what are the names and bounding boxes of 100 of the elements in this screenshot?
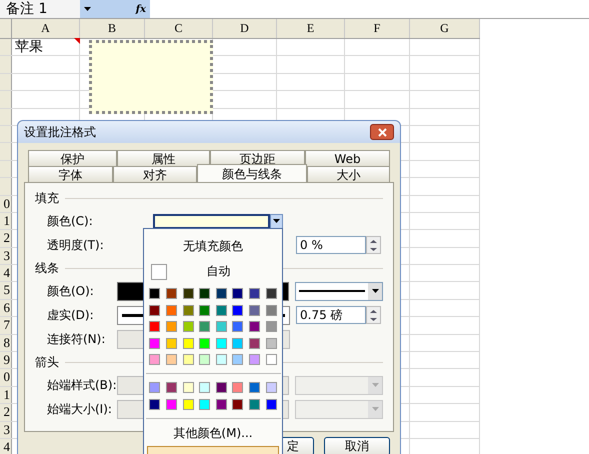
color-swatch[interactable] <box>266 304 277 316</box>
row-header[interactable]: 0 <box>0 196 12 212</box>
color-swatch[interactable] <box>248 338 260 348</box>
color-swatch[interactable] <box>232 321 244 332</box>
tab[interactable]: Web <box>305 150 390 166</box>
row-header[interactable]: 2 <box>0 230 12 247</box>
column-header[interactable]: F <box>345 19 410 38</box>
comment-box[interactable] <box>89 40 213 114</box>
row-header[interactable] <box>0 178 12 195</box>
color-swatch[interactable] <box>149 398 160 410</box>
row-header[interactable]: 7 <box>0 317 12 334</box>
color-swatch[interactable] <box>248 304 260 316</box>
color-swatch[interactable] <box>266 382 277 393</box>
color-swatch[interactable] <box>232 288 244 299</box>
dropdown[interactable] <box>295 282 383 300</box>
tab[interactable]: 属性 <box>117 150 210 166</box>
row-header[interactable]: 3 <box>0 248 12 264</box>
tab[interactable]: 颜色与线条 <box>197 164 307 182</box>
color-swatch[interactable] <box>266 354 277 365</box>
color-swatch[interactable] <box>232 398 244 410</box>
column-header[interactable]: G <box>410 19 480 38</box>
function-icon[interactable]: fx <box>136 4 146 14</box>
color-swatch[interactable] <box>166 304 178 316</box>
row-header[interactable]: 3 <box>0 422 12 438</box>
color-dropdown[interactable] <box>153 214 270 228</box>
row-header[interactable] <box>0 56 12 73</box>
color-swatch[interactable] <box>248 354 260 365</box>
color-swatch[interactable] <box>232 382 244 393</box>
color-swatch[interactable] <box>232 354 244 365</box>
tab[interactable]: 字体 <box>28 166 113 182</box>
color-swatch[interactable] <box>266 288 277 299</box>
color-swatch[interactable] <box>199 338 210 348</box>
color-swatch[interactable] <box>199 382 210 393</box>
color-swatch[interactable] <box>166 354 178 365</box>
color-swatch[interactable] <box>199 398 210 410</box>
color-swatch[interactable] <box>149 304 160 316</box>
menu-item[interactable]: 其他颜色(M)... <box>173 424 253 442</box>
row-header[interactable]: 1 <box>0 386 12 404</box>
row-header[interactable]: 5 <box>0 282 12 299</box>
close-button[interactable] <box>370 124 394 140</box>
row-header[interactable]: 8 <box>0 334 12 352</box>
menu-item[interactable]: 无填充颜色 <box>183 238 243 255</box>
row-header[interactable]: 4 <box>0 438 12 454</box>
tab[interactable]: 大小 <box>307 166 390 182</box>
color-swatch[interactable] <box>182 321 194 332</box>
spin-button[interactable] <box>366 236 381 254</box>
color-swatch[interactable] <box>149 338 160 348</box>
name-box[interactable]: 备注 1 <box>0 0 80 18</box>
row-header[interactable]: 0 <box>0 369 12 386</box>
color-swatch[interactable] <box>266 398 277 410</box>
color-swatch[interactable] <box>232 338 244 348</box>
number-field[interactable]: 0.75 磅 <box>296 306 366 324</box>
color-swatch[interactable] <box>182 354 194 365</box>
column-header[interactable]: C <box>145 19 213 38</box>
color-swatch[interactable] <box>266 338 277 348</box>
color-swatch[interactable] <box>166 321 178 332</box>
color-swatch[interactable] <box>248 288 260 299</box>
color-swatch[interactable] <box>199 288 210 299</box>
color-swatch[interactable] <box>199 321 210 332</box>
column-header[interactable]: D <box>213 19 277 38</box>
row-header[interactable] <box>0 39 12 56</box>
cancel-button[interactable]: 取消 <box>324 437 390 454</box>
color-swatch[interactable] <box>149 288 160 299</box>
row-header[interactable]: 2 <box>0 404 12 421</box>
color-swatch[interactable] <box>216 288 227 299</box>
color-swatch[interactable] <box>248 398 260 410</box>
row-header[interactable]: 6 <box>0 300 12 316</box>
color-swatch[interactable] <box>216 304 227 316</box>
row-header[interactable] <box>0 143 12 160</box>
row-header[interactable]: 9 <box>0 352 12 368</box>
color-swatch[interactable] <box>166 338 178 348</box>
number-field[interactable]: 0 % <box>296 236 366 254</box>
color-swatch[interactable] <box>149 321 160 332</box>
spin-button[interactable] <box>366 306 381 324</box>
row-header[interactable]: 1 <box>0 212 12 230</box>
color-swatch[interactable] <box>216 338 227 348</box>
color-swatch[interactable] <box>199 354 210 365</box>
color-swatch[interactable] <box>248 382 260 393</box>
color-swatch[interactable] <box>166 288 178 299</box>
color-swatch[interactable] <box>216 321 227 332</box>
color-swatch[interactable] <box>182 338 194 348</box>
color-swatch[interactable] <box>149 354 160 365</box>
color-swatch[interactable] <box>216 354 227 365</box>
color-swatch[interactable] <box>266 321 277 332</box>
column-header[interactable]: B <box>80 19 145 38</box>
color-swatch[interactable] <box>182 398 194 410</box>
row-header[interactable] <box>0 74 12 90</box>
color-swatch[interactable] <box>182 304 194 316</box>
color-swatch[interactable] <box>182 382 194 393</box>
tab[interactable]: 对齐 <box>113 166 197 182</box>
color-swatch[interactable] <box>149 382 160 393</box>
dropdown-button[interactable] <box>270 214 283 228</box>
color-swatch[interactable] <box>199 304 210 316</box>
row-header[interactable] <box>0 91 12 108</box>
color-swatch[interactable] <box>216 382 227 393</box>
row-header[interactable] <box>0 108 12 125</box>
color-swatch[interactable] <box>182 288 194 299</box>
color-swatch[interactable] <box>166 398 178 410</box>
menu-item[interactable]: 自动 <box>150 263 276 280</box>
color-swatch[interactable] <box>248 321 260 332</box>
